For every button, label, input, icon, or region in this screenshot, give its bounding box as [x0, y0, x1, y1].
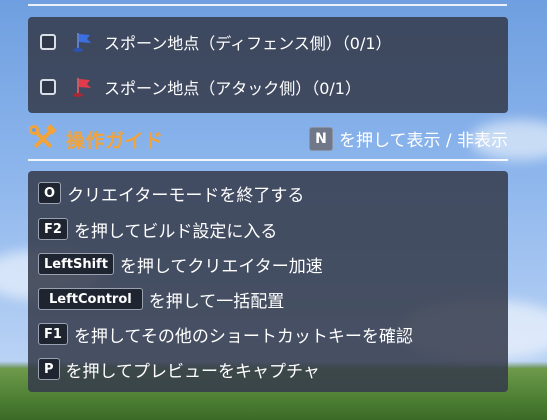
guide-item: LeftControl を押して一括配置 [38, 287, 285, 312]
guide-item-text: クリエイターモードを終了する [67, 185, 305, 206]
spawn-attack-checkbox[interactable] [40, 79, 56, 95]
guide-panel: O クリエイターモードを終了する F2 を押してビルド設定に入る LeftShi… [28, 171, 508, 392]
tools-icon [29, 124, 57, 148]
spawn-point-panel: スポーン地点（ディフェンス側）（0/1） スポーン地点（アタック側）（0/1） [28, 17, 508, 113]
guide-title-group: 操作ガイド [28, 122, 164, 156]
guide-toggle-text: を押して表示 / 非表示 [338, 131, 508, 151]
guide-item: P を押してプレビューをキャプチャ [38, 357, 320, 382]
guide-item: F2 を押してビルド設定に入る [38, 217, 278, 242]
divider [28, 4, 507, 6]
spawn-defense-checkbox[interactable] [40, 34, 56, 50]
guide-item-text: を押してその他のショートカットキーを確認 [73, 326, 413, 347]
spawn-point-attack-row[interactable]: スポーン地点（アタック側）（0/1） [28, 69, 508, 105]
guide-title: 操作ガイド [66, 129, 164, 152]
guide-item: F1 を押してその他のショートカットキーを確認 [38, 322, 413, 347]
spawn-defense-label: スポーン地点（ディフェンス側）（0/1） [104, 34, 392, 53]
key-badge: O [38, 182, 62, 204]
guide-item-text: を押して一括配置 [148, 291, 285, 312]
guide-divider [28, 159, 508, 161]
spawn-attack-label: スポーン地点（アタック側）（0/1） [104, 79, 361, 98]
guide-item: O クリエイターモードを終了する [38, 181, 305, 206]
blue-flag-icon [73, 33, 91, 52]
spawn-point-defense-row[interactable]: スポーン地点（ディフェンス側）（0/1） [28, 24, 508, 60]
guide-item-text: を押してビルド設定に入る [73, 221, 278, 242]
guide-toggle-hint: N を押して表示 / 非表示 [308, 126, 508, 151]
key-n-badge: N [308, 126, 333, 151]
guide-header: 操作ガイド N を押して表示 / 非表示 [28, 122, 508, 156]
guide-item-text: を押してクリエイター加速 [119, 256, 323, 277]
key-badge: P [38, 358, 60, 380]
red-flag-icon [73, 78, 91, 97]
key-badge: F1 [38, 323, 68, 345]
key-badge: F2 [38, 218, 68, 240]
guide-item-text: を押してプレビューをキャプチャ [65, 361, 320, 382]
guide-item: LeftShift を押してクリエイター加速 [38, 252, 323, 277]
key-badge: LeftControl [38, 288, 143, 310]
key-badge: LeftShift [38, 253, 114, 275]
